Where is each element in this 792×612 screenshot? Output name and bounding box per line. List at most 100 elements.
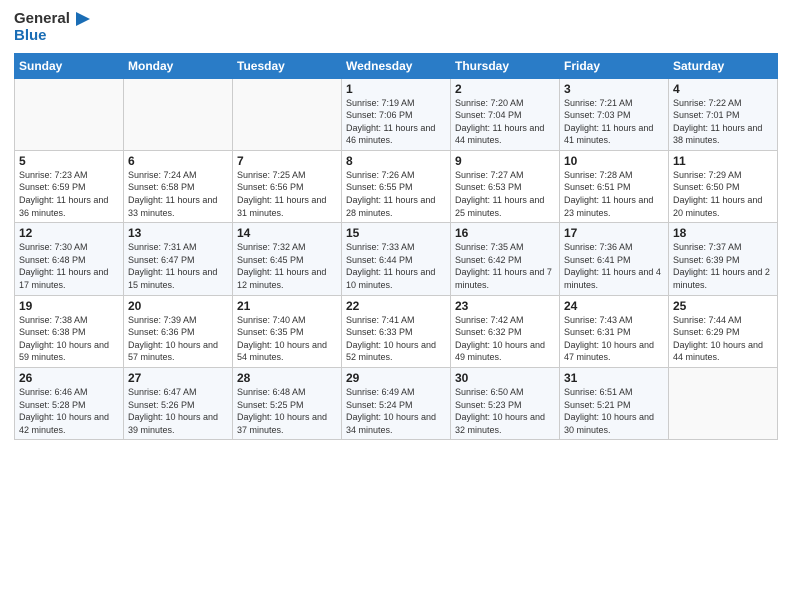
day-info: Sunrise: 7:20 AM Sunset: 7:04 PM Dayligh… xyxy=(455,97,555,147)
col-header-sunday: Sunday xyxy=(15,53,124,78)
calendar-cell: 14Sunrise: 7:32 AM Sunset: 6:45 PM Dayli… xyxy=(233,223,342,295)
calendar-cell: 23Sunrise: 7:42 AM Sunset: 6:32 PM Dayli… xyxy=(451,295,560,367)
day-number: 19 xyxy=(19,299,119,313)
calendar-cell: 13Sunrise: 7:31 AM Sunset: 6:47 PM Dayli… xyxy=(124,223,233,295)
col-header-tuesday: Tuesday xyxy=(233,53,342,78)
day-number: 10 xyxy=(564,154,664,168)
calendar-table: SundayMondayTuesdayWednesdayThursdayFrid… xyxy=(14,53,778,441)
calendar-cell: 1Sunrise: 7:19 AM Sunset: 7:06 PM Daylig… xyxy=(342,78,451,150)
calendar-header-row: SundayMondayTuesdayWednesdayThursdayFrid… xyxy=(15,53,778,78)
day-info: Sunrise: 7:36 AM Sunset: 6:41 PM Dayligh… xyxy=(564,241,664,291)
day-number: 23 xyxy=(455,299,555,313)
col-header-thursday: Thursday xyxy=(451,53,560,78)
day-number: 17 xyxy=(564,226,664,240)
calendar-cell: 18Sunrise: 7:37 AM Sunset: 6:39 PM Dayli… xyxy=(669,223,778,295)
day-info: Sunrise: 7:28 AM Sunset: 6:51 PM Dayligh… xyxy=(564,169,664,219)
day-number: 14 xyxy=(237,226,337,240)
day-info: Sunrise: 7:29 AM Sunset: 6:50 PM Dayligh… xyxy=(673,169,773,219)
day-number: 12 xyxy=(19,226,119,240)
day-info: Sunrise: 7:21 AM Sunset: 7:03 PM Dayligh… xyxy=(564,97,664,147)
day-number: 20 xyxy=(128,299,228,313)
day-number: 6 xyxy=(128,154,228,168)
calendar-cell: 9Sunrise: 7:27 AM Sunset: 6:53 PM Daylig… xyxy=(451,150,560,222)
calendar-cell: 8Sunrise: 7:26 AM Sunset: 6:55 PM Daylig… xyxy=(342,150,451,222)
calendar-cell xyxy=(233,78,342,150)
logo-text: General Blue xyxy=(14,10,90,45)
col-header-monday: Monday xyxy=(124,53,233,78)
day-number: 22 xyxy=(346,299,446,313)
day-info: Sunrise: 6:47 AM Sunset: 5:26 PM Dayligh… xyxy=(128,386,228,436)
day-info: Sunrise: 7:19 AM Sunset: 7:06 PM Dayligh… xyxy=(346,97,446,147)
logo-triangle-icon xyxy=(76,12,90,26)
day-info: Sunrise: 7:25 AM Sunset: 6:56 PM Dayligh… xyxy=(237,169,337,219)
calendar-week-4: 19Sunrise: 7:38 AM Sunset: 6:38 PM Dayli… xyxy=(15,295,778,367)
day-number: 29 xyxy=(346,371,446,385)
calendar-week-2: 5Sunrise: 7:23 AM Sunset: 6:59 PM Daylig… xyxy=(15,150,778,222)
day-info: Sunrise: 6:50 AM Sunset: 5:23 PM Dayligh… xyxy=(455,386,555,436)
day-number: 21 xyxy=(237,299,337,313)
calendar-cell: 17Sunrise: 7:36 AM Sunset: 6:41 PM Dayli… xyxy=(560,223,669,295)
day-number: 2 xyxy=(455,82,555,96)
calendar-cell: 5Sunrise: 7:23 AM Sunset: 6:59 PM Daylig… xyxy=(15,150,124,222)
calendar-week-5: 26Sunrise: 6:46 AM Sunset: 5:28 PM Dayli… xyxy=(15,368,778,440)
calendar-cell: 4Sunrise: 7:22 AM Sunset: 7:01 PM Daylig… xyxy=(669,78,778,150)
calendar-cell: 19Sunrise: 7:38 AM Sunset: 6:38 PM Dayli… xyxy=(15,295,124,367)
day-info: Sunrise: 7:31 AM Sunset: 6:47 PM Dayligh… xyxy=(128,241,228,291)
day-info: Sunrise: 6:48 AM Sunset: 5:25 PM Dayligh… xyxy=(237,386,337,436)
day-info: Sunrise: 6:46 AM Sunset: 5:28 PM Dayligh… xyxy=(19,386,119,436)
day-number: 3 xyxy=(564,82,664,96)
calendar-cell: 22Sunrise: 7:41 AM Sunset: 6:33 PM Dayli… xyxy=(342,295,451,367)
calendar-cell: 7Sunrise: 7:25 AM Sunset: 6:56 PM Daylig… xyxy=(233,150,342,222)
day-number: 4 xyxy=(673,82,773,96)
day-info: Sunrise: 7:42 AM Sunset: 6:32 PM Dayligh… xyxy=(455,314,555,364)
day-info: Sunrise: 7:32 AM Sunset: 6:45 PM Dayligh… xyxy=(237,241,337,291)
col-header-friday: Friday xyxy=(560,53,669,78)
calendar-week-1: 1Sunrise: 7:19 AM Sunset: 7:06 PM Daylig… xyxy=(15,78,778,150)
day-info: Sunrise: 7:30 AM Sunset: 6:48 PM Dayligh… xyxy=(19,241,119,291)
day-number: 5 xyxy=(19,154,119,168)
calendar-cell: 3Sunrise: 7:21 AM Sunset: 7:03 PM Daylig… xyxy=(560,78,669,150)
calendar-cell: 28Sunrise: 6:48 AM Sunset: 5:25 PM Dayli… xyxy=(233,368,342,440)
calendar-cell xyxy=(669,368,778,440)
day-info: Sunrise: 7:23 AM Sunset: 6:59 PM Dayligh… xyxy=(19,169,119,219)
day-number: 7 xyxy=(237,154,337,168)
calendar-cell: 11Sunrise: 7:29 AM Sunset: 6:50 PM Dayli… xyxy=(669,150,778,222)
calendar-cell xyxy=(124,78,233,150)
day-number: 26 xyxy=(19,371,119,385)
day-number: 30 xyxy=(455,371,555,385)
day-number: 18 xyxy=(673,226,773,240)
day-info: Sunrise: 7:38 AM Sunset: 6:38 PM Dayligh… xyxy=(19,314,119,364)
day-number: 31 xyxy=(564,371,664,385)
day-number: 9 xyxy=(455,154,555,168)
calendar-cell: 31Sunrise: 6:51 AM Sunset: 5:21 PM Dayli… xyxy=(560,368,669,440)
day-number: 8 xyxy=(346,154,446,168)
day-number: 16 xyxy=(455,226,555,240)
day-info: Sunrise: 7:44 AM Sunset: 6:29 PM Dayligh… xyxy=(673,314,773,364)
day-info: Sunrise: 6:49 AM Sunset: 5:24 PM Dayligh… xyxy=(346,386,446,436)
day-number: 27 xyxy=(128,371,228,385)
day-number: 11 xyxy=(673,154,773,168)
calendar-week-3: 12Sunrise: 7:30 AM Sunset: 6:48 PM Dayli… xyxy=(15,223,778,295)
day-number: 15 xyxy=(346,226,446,240)
calendar-cell: 2Sunrise: 7:20 AM Sunset: 7:04 PM Daylig… xyxy=(451,78,560,150)
col-header-saturday: Saturday xyxy=(669,53,778,78)
day-number: 1 xyxy=(346,82,446,96)
day-info: Sunrise: 7:39 AM Sunset: 6:36 PM Dayligh… xyxy=(128,314,228,364)
day-info: Sunrise: 7:27 AM Sunset: 6:53 PM Dayligh… xyxy=(455,169,555,219)
logo: General Blue xyxy=(14,10,90,45)
calendar-cell: 21Sunrise: 7:40 AM Sunset: 6:35 PM Dayli… xyxy=(233,295,342,367)
day-info: Sunrise: 7:26 AM Sunset: 6:55 PM Dayligh… xyxy=(346,169,446,219)
day-number: 25 xyxy=(673,299,773,313)
page-header: General Blue xyxy=(14,10,778,45)
day-info: Sunrise: 7:35 AM Sunset: 6:42 PM Dayligh… xyxy=(455,241,555,291)
day-info: Sunrise: 7:24 AM Sunset: 6:58 PM Dayligh… xyxy=(128,169,228,219)
day-number: 24 xyxy=(564,299,664,313)
day-info: Sunrise: 7:41 AM Sunset: 6:33 PM Dayligh… xyxy=(346,314,446,364)
day-info: Sunrise: 7:22 AM Sunset: 7:01 PM Dayligh… xyxy=(673,97,773,147)
calendar-cell xyxy=(15,78,124,150)
calendar-cell: 6Sunrise: 7:24 AM Sunset: 6:58 PM Daylig… xyxy=(124,150,233,222)
day-number: 13 xyxy=(128,226,228,240)
calendar-cell: 27Sunrise: 6:47 AM Sunset: 5:26 PM Dayli… xyxy=(124,368,233,440)
calendar-cell: 10Sunrise: 7:28 AM Sunset: 6:51 PM Dayli… xyxy=(560,150,669,222)
day-info: Sunrise: 7:43 AM Sunset: 6:31 PM Dayligh… xyxy=(564,314,664,364)
